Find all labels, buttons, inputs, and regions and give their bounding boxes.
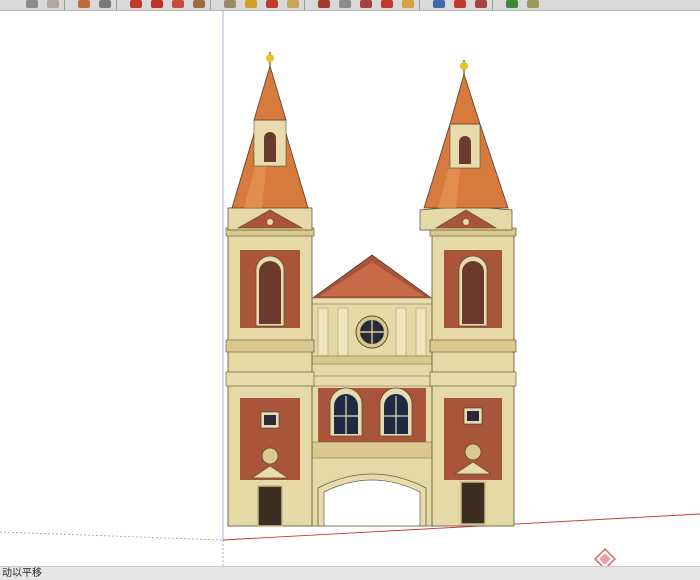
push-pull-button[interactable] bbox=[130, 0, 142, 8]
toolbar-separator bbox=[210, 0, 211, 10]
move-tool-button[interactable] bbox=[151, 0, 163, 8]
toolbar-separator bbox=[304, 0, 305, 10]
toolbar-separator bbox=[419, 0, 420, 10]
toolbar-separator bbox=[64, 0, 65, 10]
follow-me-button[interactable] bbox=[193, 0, 205, 8]
pan-tool-button[interactable] bbox=[339, 0, 351, 8]
right-finial bbox=[460, 62, 468, 70]
cathedral-facade[interactable] bbox=[225, 52, 517, 527]
select-tool-button[interactable] bbox=[26, 0, 38, 8]
left-tower bbox=[225, 52, 315, 527]
look-around-button[interactable] bbox=[475, 0, 487, 8]
walk-tool-button[interactable] bbox=[454, 0, 466, 8]
3d-warehouse-button[interactable] bbox=[527, 0, 539, 8]
scale-tool-button[interactable] bbox=[224, 0, 236, 8]
paint-bucket-button[interactable] bbox=[287, 0, 299, 8]
zoom-tool-button[interactable] bbox=[360, 0, 372, 8]
status-bar: 动以平移 bbox=[0, 566, 700, 580]
right-door bbox=[460, 481, 486, 525]
model-canvas bbox=[0, 11, 700, 566]
toolbar-separator bbox=[116, 0, 117, 10]
eraser-tool-button[interactable] bbox=[47, 0, 59, 8]
zoom-window-button[interactable] bbox=[381, 0, 393, 8]
rotate-tool-button[interactable] bbox=[172, 0, 184, 8]
zoom-extents-button[interactable] bbox=[402, 0, 414, 8]
left-finial bbox=[266, 54, 274, 62]
gable-cornice bbox=[309, 297, 435, 305]
offset-tool-button[interactable] bbox=[245, 0, 257, 8]
section-plane-button[interactable] bbox=[506, 0, 518, 8]
tape-measure-button[interactable] bbox=[266, 0, 278, 8]
central-archway bbox=[323, 479, 421, 527]
orbit-tool-button[interactable] bbox=[318, 0, 330, 8]
gable-inner bbox=[320, 262, 424, 296]
toolbar-separator bbox=[492, 0, 493, 10]
previous-view-button[interactable] bbox=[433, 0, 445, 8]
main-toolbar bbox=[0, 0, 700, 11]
green-axis-dotted bbox=[0, 531, 224, 541]
left-door bbox=[257, 485, 283, 527]
line-tool-button[interactable] bbox=[78, 0, 90, 8]
drawing-viewport[interactable] bbox=[0, 11, 700, 566]
status-text: 动以平移 bbox=[2, 568, 42, 579]
right-tower bbox=[419, 60, 517, 527]
rectangle-tool-button[interactable] bbox=[99, 0, 111, 8]
